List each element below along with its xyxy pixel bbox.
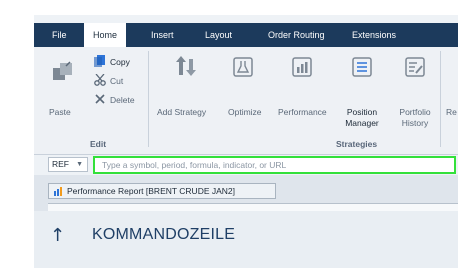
bar-chart-icon	[292, 57, 312, 77]
list-icon	[352, 57, 372, 77]
paste-icon	[53, 61, 72, 80]
optimize-label: Optimize	[228, 107, 262, 117]
portfolio-history-icon	[405, 57, 425, 77]
copy-icon	[94, 55, 105, 67]
menu-insert[interactable]: Insert	[151, 23, 174, 47]
cut-label: Cut	[110, 76, 124, 86]
menu-order-routing[interactable]: Order Routing	[268, 23, 325, 47]
edit-group-label: Edit	[90, 139, 107, 149]
chevron-down-icon: ▼	[76, 161, 83, 168]
symbol-selector-value: REF	[52, 159, 69, 169]
copy-label: Copy	[110, 57, 130, 67]
add-strategy-icon	[176, 56, 196, 76]
performance-chart-icon	[54, 187, 62, 196]
delete-x-icon	[95, 94, 105, 104]
menu-home[interactable]: Home	[84, 23, 126, 47]
caption-text: KOMMANDOZEILE	[92, 226, 236, 243]
flask-icon	[233, 57, 253, 77]
portfolio-history-label-line2: History	[401, 118, 429, 128]
menu-extensions[interactable]: Extensions	[352, 23, 396, 47]
cut-off-label: Re	[446, 107, 457, 117]
command-line-row: REF ▼ Type a symbol, period, formula, in…	[34, 155, 458, 175]
report-area: Performance Report [BRENT CRUDE JAN2]	[34, 175, 458, 215]
tab-performance-report[interactable]: Performance Report [BRENT CRUDE JAN2]	[48, 183, 276, 199]
arrow-up-icon: ↑	[50, 225, 66, 246]
command-line-input[interactable]: Type a symbol, period, formula, indicato…	[93, 156, 456, 174]
position-manager-label-line1: Position	[346, 107, 378, 117]
menu-layout[interactable]: Layout	[205, 23, 232, 47]
menu-file[interactable]: File	[52, 23, 67, 47]
caption-banner: ↑ KOMMANDOZEILE	[34, 211, 458, 268]
group-separator	[440, 51, 441, 147]
group-separator	[148, 51, 149, 147]
app-window: File Home Insert Layout Order Routing Ex…	[34, 15, 458, 268]
tab-performance-report-label: Performance Report [BRENT CRUDE JAN2]	[67, 186, 236, 196]
ribbon: Paste Copy Cut Delete Edit Add Strategy …	[34, 47, 458, 155]
portfolio-history-label-line1: Portfolio	[399, 107, 431, 117]
position-manager-label-line2: Manager	[345, 118, 379, 128]
paste-label: Paste	[49, 107, 71, 117]
strategies-group-label: Strategies	[336, 139, 378, 149]
delete-label: Delete	[110, 95, 135, 105]
performance-label: Performance	[278, 107, 327, 117]
scissors-icon	[94, 74, 106, 86]
symbol-selector-dropdown[interactable]: REF ▼	[48, 157, 88, 172]
menu-bar: File Home Insert Layout Order Routing Ex…	[34, 23, 458, 47]
add-strategy-label: Add Strategy	[157, 107, 207, 117]
